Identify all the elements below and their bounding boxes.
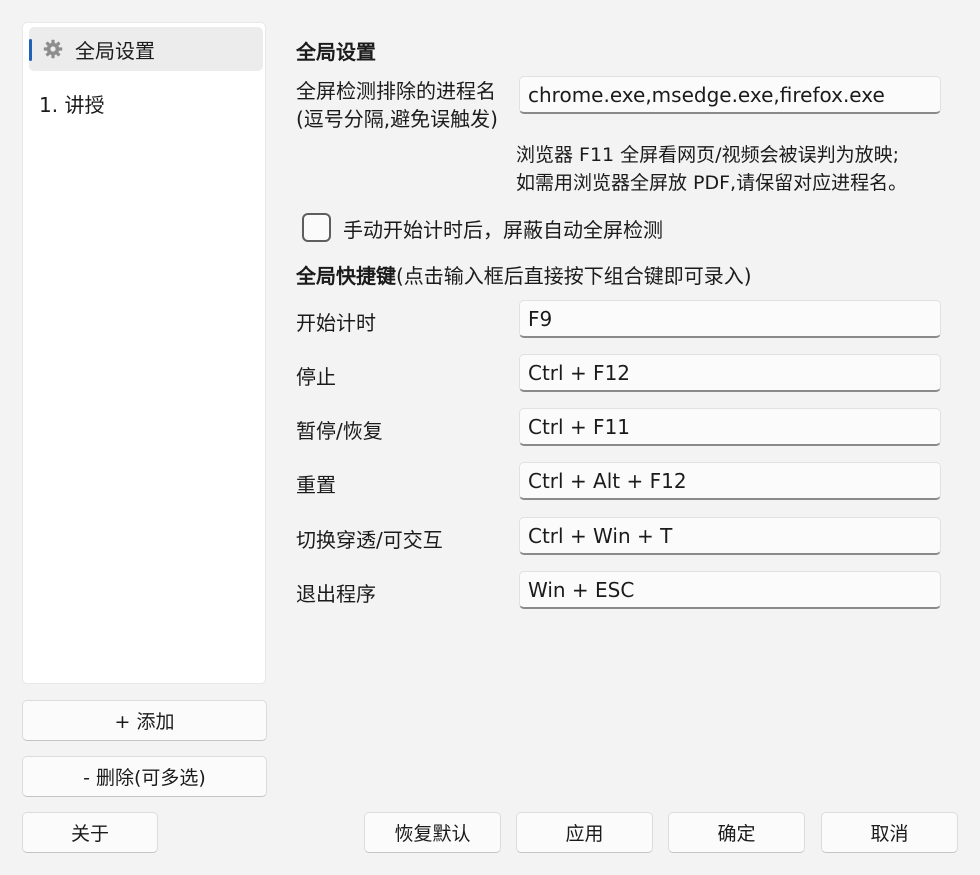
about-button[interactable]: 关于 (22, 812, 158, 853)
ok-button[interactable]: 确定 (668, 812, 805, 853)
hotkey-input-stop[interactable]: Ctrl + F12 (519, 354, 941, 392)
config-list-panel[interactable]: 全局设置 1. 讲授 (22, 22, 266, 684)
hotkey-label-toggle: 切换穿透/可交互 (296, 528, 443, 552)
page-title: 全局设置 (296, 40, 376, 64)
sidebar-item-label: 全局设置 (75, 38, 155, 63)
hotkey-input-reset[interactable]: Ctrl + Alt + F12 (519, 462, 941, 500)
hint-line2: 如需用浏览器全屏放 PDF,请保留对应进程名。 (516, 172, 908, 194)
hotkeys-subtitle: (点击输入框后直接按下组合键即可录入) (396, 264, 752, 288)
hotkeys-title: 全局快捷键 (296, 264, 396, 288)
checkbox-label: 手动开始计时后，屏蔽自动全屏检测 (343, 218, 663, 242)
hotkey-label-pause: 暂停/恢复 (296, 419, 383, 443)
apply-button[interactable]: 应用 (516, 812, 653, 853)
selection-indicator (29, 39, 32, 61)
hotkey-input-start[interactable]: F9 (519, 300, 941, 338)
exclude-label-line1: 全屏检测排除的进程名 (296, 79, 496, 103)
hotkey-label-reset: 重置 (296, 473, 336, 497)
hint-line1: 浏览器 F11 全屏看网页/视频会被误判为放映; (516, 144, 899, 166)
hotkey-input-toggle[interactable]: Ctrl + Win + T (519, 517, 941, 555)
hotkey-label-start: 开始计时 (296, 311, 376, 335)
exclude-label-line2: (逗号分隔,避免误触发) (296, 107, 498, 131)
cancel-button[interactable]: 取消 (821, 812, 958, 853)
sidebar-item-global-settings[interactable]: 全局设置 (29, 27, 263, 71)
hotkeys-section-title: 全局快捷键(点击输入框后直接按下组合键即可录入) (296, 260, 752, 289)
add-button[interactable]: + 添加 (22, 700, 267, 741)
hotkey-input-exit[interactable]: Win + ESC (519, 571, 941, 609)
restore-defaults-button[interactable]: 恢复默认 (364, 812, 501, 853)
gear-icon (43, 39, 63, 59)
sidebar-item-lecture[interactable]: 1. 讲授 (29, 81, 263, 125)
hotkey-input-pause[interactable]: Ctrl + F11 (519, 408, 941, 446)
disable-auto-detect-checkbox[interactable] (302, 213, 331, 242)
hotkey-label-stop: 停止 (296, 365, 336, 389)
exclude-process-input[interactable]: chrome.exe,msedge.exe,firefox.exe (519, 76, 941, 114)
sidebar-item-label: 1. 讲授 (39, 92, 105, 117)
delete-button[interactable]: - 删除(可多选) (22, 756, 267, 797)
hotkey-label-exit: 退出程序 (296, 582, 376, 606)
